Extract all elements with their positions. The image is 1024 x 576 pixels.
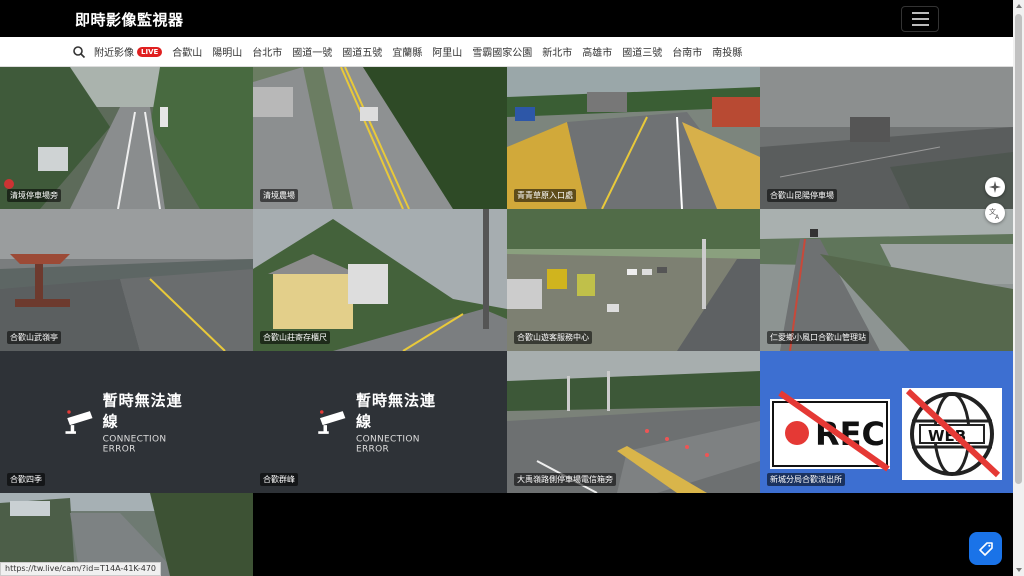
search-icon[interactable] (72, 45, 86, 59)
tag-button[interactable] (969, 532, 1002, 565)
rec-label: REC (815, 415, 885, 453)
ai-assistant-button[interactable] (985, 177, 1005, 197)
nav-item-yilan[interactable]: 宜蘭縣 (392, 44, 422, 59)
app-title[interactable]: 即時影像監視器 (75, 9, 184, 30)
error-subtitle: CONNECTION ERROR (102, 434, 167, 455)
camera-tile[interactable]: 合歡山遊客服務中心 (507, 209, 760, 351)
camera-tile[interactable]: 清境農場 (253, 67, 507, 209)
nav-item-freeway-5[interactable]: 國道五號 (342, 44, 382, 59)
nav-item-freeway-3[interactable]: 國道三號 (622, 44, 662, 59)
error-subtitle: CONNECTION ERROR (356, 434, 420, 455)
menu-button[interactable] (901, 6, 939, 32)
rec-web-graphic: REC WEB (770, 388, 1002, 480)
camera-caption: 新城分局合歡派出所 (767, 473, 845, 486)
category-nav: 附近影像 LIVE 合歡山 陽明山 台北市 國道一號 國道五號 宜蘭縣 阿里山 … (0, 37, 1013, 67)
error-title: 暫時無法連線 (102, 391, 183, 431)
camera-caption: 合歡山昆陽停車場 (767, 189, 837, 202)
nav-item-alishan[interactable]: 阿里山 (432, 44, 462, 59)
camera-offline-icon (318, 409, 346, 434)
camera-caption: 合歡山莊寄存櫃尺 (260, 331, 330, 344)
tag-icon (978, 541, 993, 556)
camera-feed-image (760, 209, 1013, 351)
camera-feed-image (0, 67, 253, 209)
camera-caption: 合歡山遊客服務中心 (514, 331, 592, 344)
nav-item-shei-pa[interactable]: 雪霸國家公園 (472, 44, 532, 59)
camera-caption: 合歡群峰 (260, 473, 298, 486)
nav-item-hehuanshan[interactable]: 合歡山 (172, 44, 202, 59)
camera-feed-image (760, 67, 1013, 209)
translate-icon: 文 A (989, 207, 1000, 219)
live-badge: LIVE (137, 46, 163, 57)
camera-tile[interactable]: 合歡山武嶺亭 (0, 209, 253, 351)
camera-grid: 清境停車場旁 清境農場 青青草原入口處 合歡山昆陽停車場 合歡山武嶺亭 合歡山莊… (0, 67, 1013, 576)
camera-tile[interactable]: 合歡山昆陽停車場 (760, 67, 1013, 209)
nav-item-nearby[interactable]: 附近影像 LIVE (94, 44, 163, 59)
camera-caption: 青青草原入口處 (514, 189, 576, 202)
camera-caption: 合歡四季 (7, 473, 45, 486)
nav-item-yangmingshan[interactable]: 陽明山 (212, 44, 242, 59)
page: 即時影像監視器 附近影像 LIVE 合歡山 陽明山 台北市 國道一號 國道五號 … (0, 0, 1024, 576)
camera-caption: 清境停車場旁 (7, 189, 61, 202)
empty-grid-area (253, 493, 1013, 576)
camera-tile[interactable]: 青青草原入口處 (507, 67, 760, 209)
translate-button[interactable]: 文 A (985, 203, 1005, 223)
nav-item-label: 附近影像 (94, 48, 134, 59)
camera-tile[interactable]: 暫時無法連線 CONNECTION ERROR 合歡群峰 (253, 351, 507, 493)
svg-text:A: A (995, 214, 1000, 219)
scroll-down-icon[interactable] (1016, 568, 1022, 572)
nav-item-tainan[interactable]: 台南市 (672, 44, 702, 59)
camera-tile[interactable]: 大禹嶺路側停車場電信箱旁 (507, 351, 760, 493)
camera-caption: 仁愛鄉小風口合歡山管理站 (767, 331, 869, 344)
camera-caption: 清境農場 (260, 189, 298, 202)
camera-feed-image (507, 351, 760, 493)
camera-tile[interactable]: 仁愛鄉小風口合歡山管理站 (760, 209, 1013, 351)
connection-error: 暫時無法連線 CONNECTION ERROR (317, 390, 444, 455)
nav-item-kaohsiung[interactable]: 高雄市 (582, 44, 612, 59)
top-bar: 即時影像監視器 (0, 0, 1013, 37)
camera-caption: 合歡山武嶺亭 (7, 331, 61, 344)
camera-tile[interactable]: 清境停車場旁 (0, 67, 253, 209)
camera-caption: 大禹嶺路側停車場電信箱旁 (514, 473, 616, 486)
camera-tile[interactable]: 暫時無法連線 CONNECTION ERROR 合歡四季 (0, 351, 253, 493)
camera-feed-image (507, 67, 760, 209)
nav-item-freeway-1[interactable]: 國道一號 (292, 44, 332, 59)
scroll-thumb[interactable] (1015, 14, 1022, 484)
error-title: 暫時無法連線 (356, 391, 437, 431)
menu-icon (911, 12, 929, 14)
camera-offline-icon (64, 409, 93, 434)
camera-feed-image (507, 209, 760, 351)
nav-item-taipei[interactable]: 台北市 (252, 44, 282, 59)
connection-error: 暫時無法連線 CONNECTION ERROR (63, 390, 190, 455)
status-url: https://tw.live/cam/?id=T14A-41K-470 (0, 562, 161, 576)
nav-item-new-taipei[interactable]: 新北市 (542, 44, 572, 59)
camera-feed-image (253, 67, 507, 209)
camera-feed-image (0, 209, 253, 351)
nav-item-nantou[interactable]: 南投縣 (712, 44, 742, 59)
camera-tile[interactable]: REC WEB 新城分局合歡派出所 (760, 351, 1013, 493)
scroll-up-icon[interactable] (1016, 4, 1022, 8)
vertical-scrollbar[interactable] (1013, 0, 1024, 576)
camera-tile[interactable]: 合歡山莊寄存櫃尺 (253, 209, 507, 351)
camera-feed-image (253, 209, 507, 351)
sparkle-icon (989, 181, 1001, 193)
